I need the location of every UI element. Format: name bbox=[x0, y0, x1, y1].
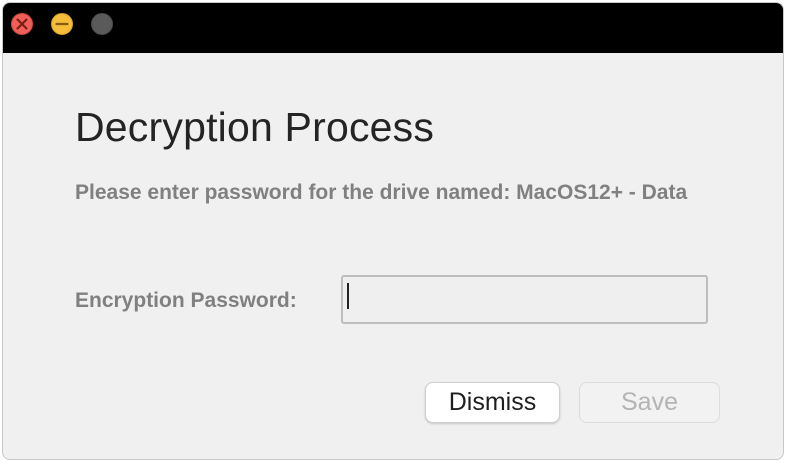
password-label: Encryption Password: bbox=[75, 289, 297, 312]
dialog-window: Decryption Process Please enter password… bbox=[2, 2, 784, 460]
dismiss-button[interactable]: Dismiss bbox=[425, 382, 560, 423]
close-icon[interactable] bbox=[11, 13, 33, 35]
minimize-icon[interactable] bbox=[51, 13, 73, 35]
title-bar bbox=[3, 3, 783, 53]
password-field[interactable] bbox=[341, 275, 708, 324]
dialog-title: Decryption Process bbox=[75, 104, 435, 150]
maximize-icon[interactable] bbox=[91, 13, 113, 35]
save-button[interactable]: Save bbox=[579, 382, 720, 423]
text-cursor bbox=[347, 283, 349, 309]
dialog-message: Please enter password for the drive name… bbox=[75, 181, 688, 204]
